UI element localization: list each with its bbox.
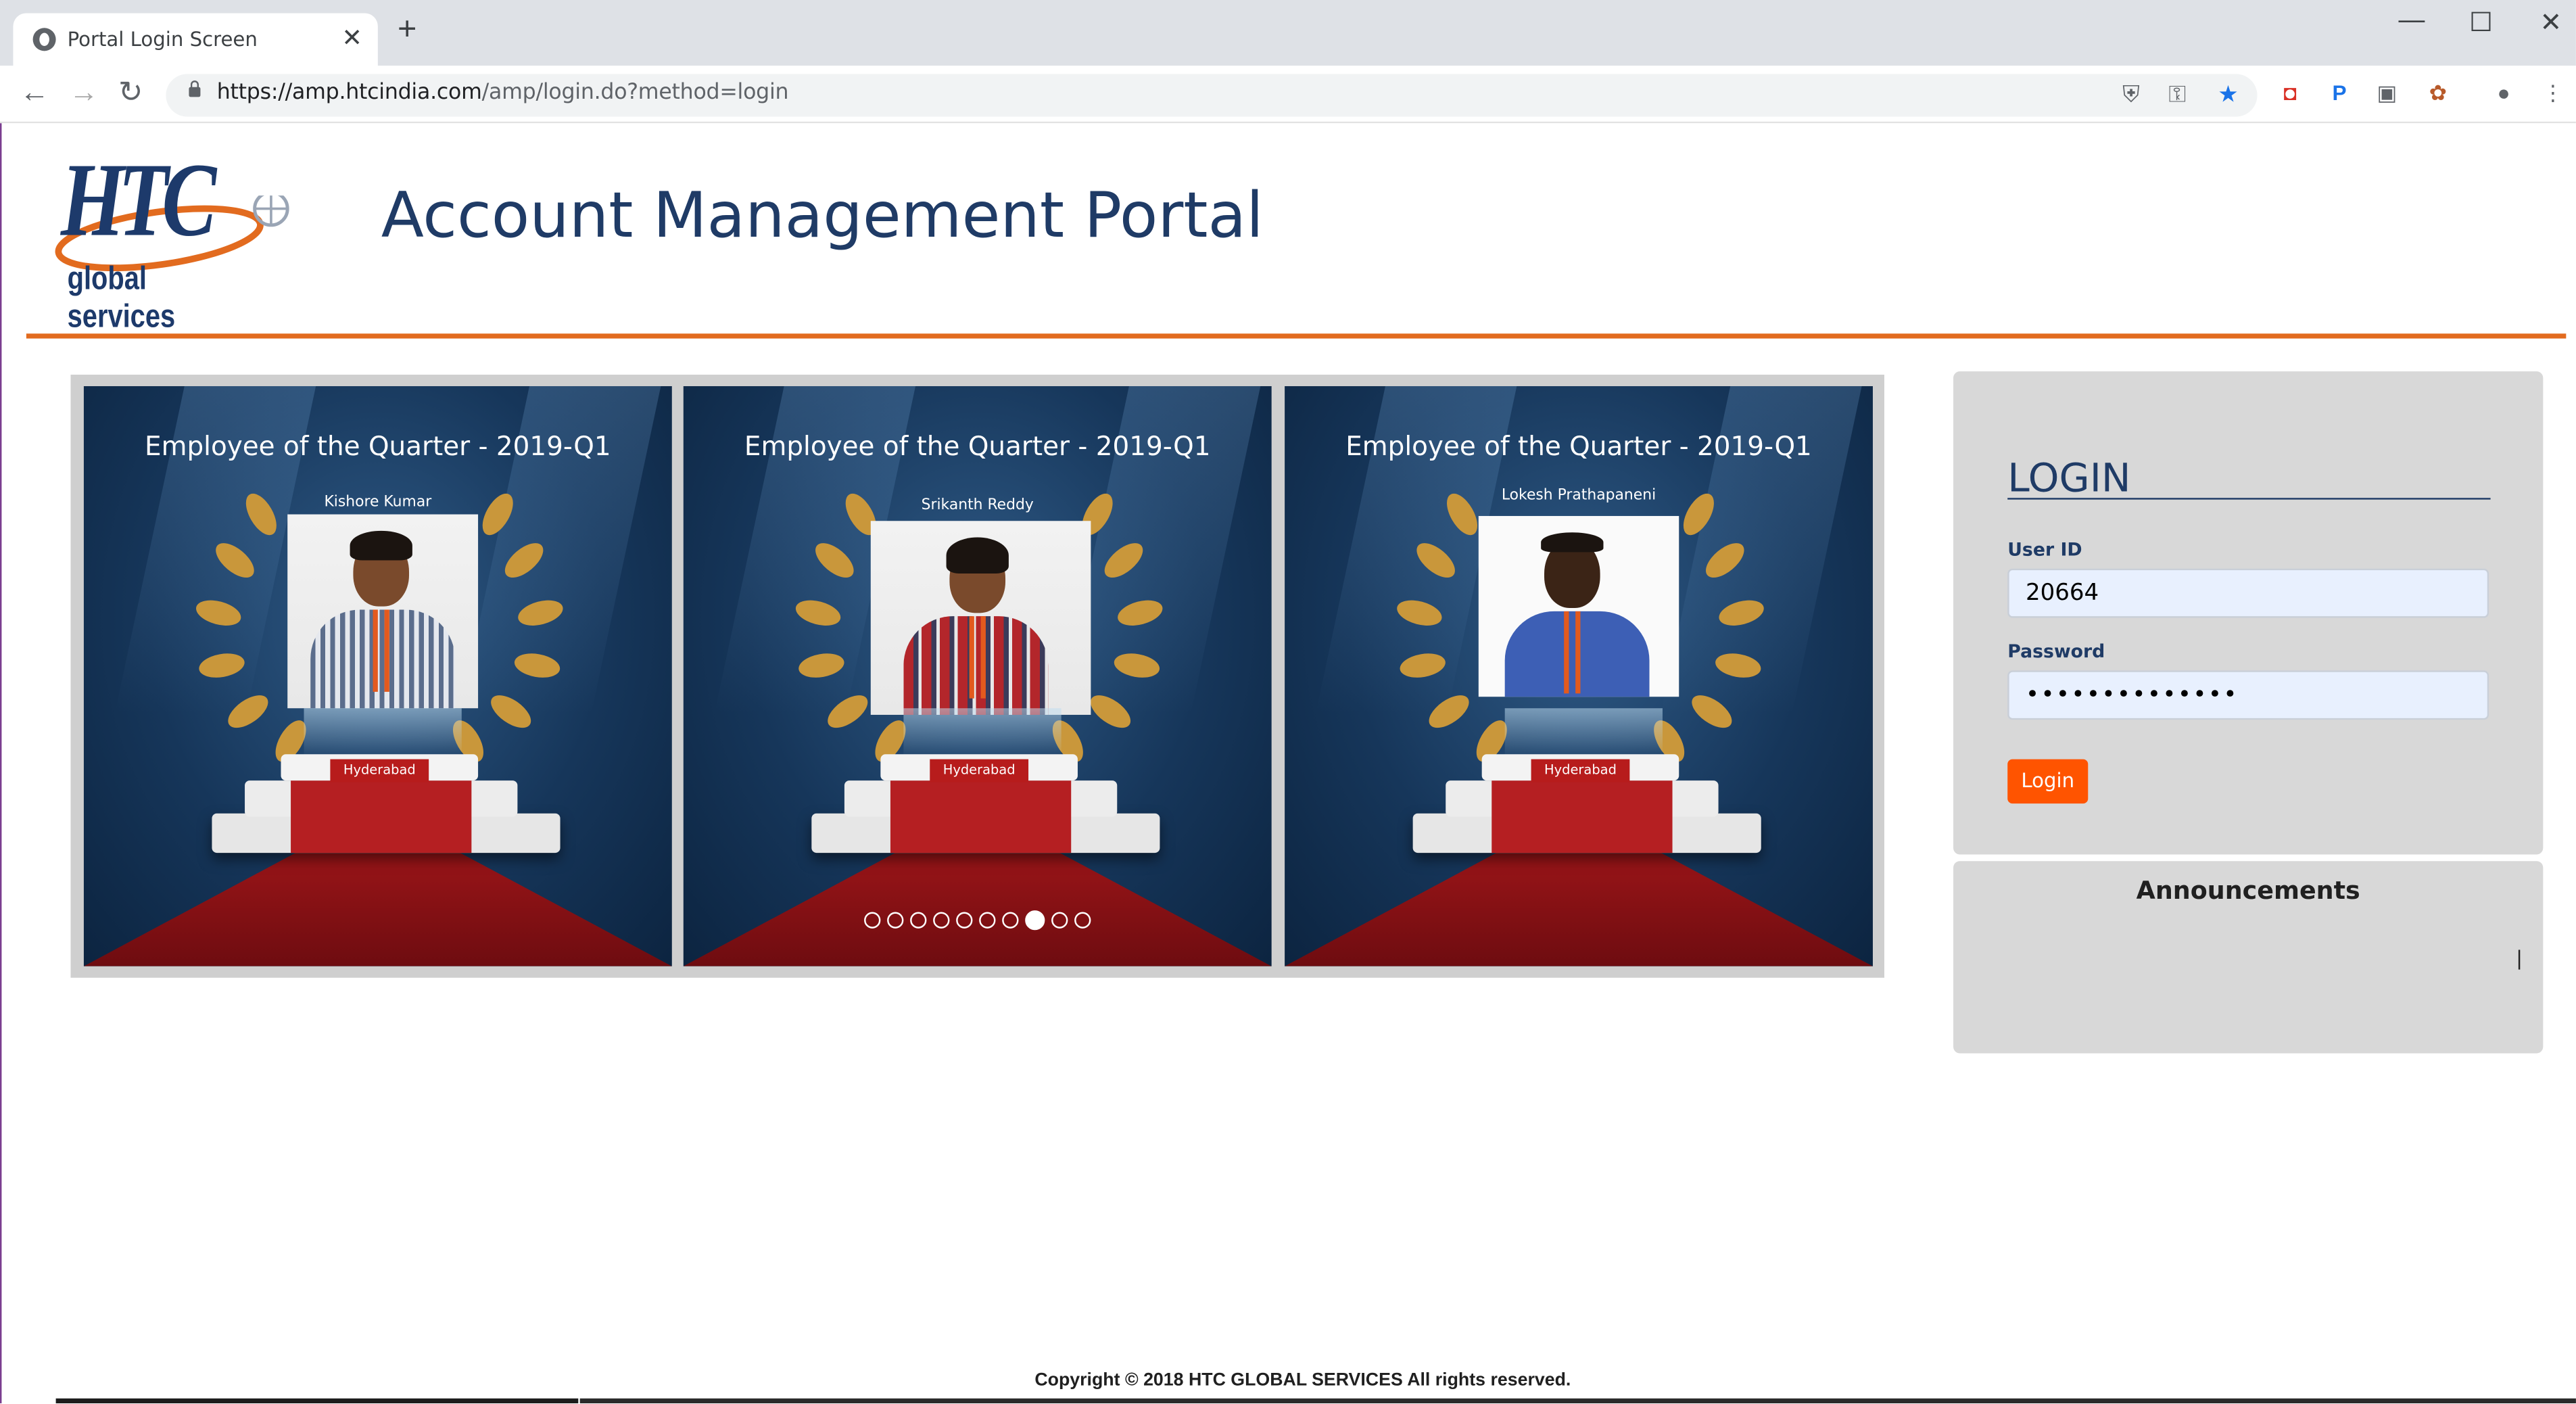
address-bar[interactable]: https://amp.htcindia.com/amp/login.do?me… [166, 74, 2258, 117]
location-plaque: Hyderabad [330, 759, 429, 782]
spotlight-glow [1504, 708, 1663, 758]
carousel-dot[interactable] [1074, 911, 1091, 929]
page-title: Account Management Portal [381, 179, 1264, 252]
location-plaque: Hyderabad [930, 759, 1029, 782]
new-tab-button[interactable]: + [398, 13, 416, 46]
profile-avatar-icon[interactable]: ● [2491, 80, 2517, 107]
bookmark-star-icon[interactable]: ★ [2218, 80, 2239, 108]
carousel-dot[interactable] [956, 911, 973, 929]
minimize-button[interactable]: — [2399, 7, 2425, 37]
logo-wordmark: HTC [60, 141, 216, 258]
close-window-button[interactable]: ✕ [2539, 7, 2562, 40]
url-path: /amp/login.do?method=login [481, 80, 789, 106]
password-label: Password [2007, 640, 2105, 663]
logo-subtext: global services [67, 261, 176, 335]
login-button[interactable]: Login [2007, 759, 2089, 804]
login-heading-underline [2007, 498, 2491, 500]
maximize-button[interactable]: ☐ [2469, 7, 2493, 40]
carousel-slide[interactable]: Employee of the Quarter - 2019-Q1 [683, 386, 1272, 966]
employee-photo [1478, 515, 1679, 697]
employee-carousel[interactable]: Employee of the Quarter - 2019-Q1 Kishor… [70, 374, 1884, 978]
employee-name: Kishore Kumar [324, 494, 432, 511]
carousel-dot[interactable] [1051, 911, 1068, 929]
url-text[interactable]: https://amp.htcindia.com/amp/login.do?me… [217, 80, 789, 105]
slide-heading: Employee of the Quarter - 2019-Q1 [1345, 430, 1812, 462]
tab-title: Portal Login Screen [67, 28, 258, 51]
carpet-steps [890, 780, 1072, 853]
slide-heading: Employee of the Quarter - 2019-Q1 [744, 430, 1211, 462]
page-content: HTC global services Account Management P… [0, 123, 2576, 1404]
close-tab-icon[interactable]: ✕ [341, 23, 362, 52]
htc-logo: HTC global services [51, 141, 297, 335]
password-input[interactable] [2007, 670, 2489, 720]
p-extension-icon[interactable]: P [2327, 80, 2353, 107]
red-carpet [83, 853, 672, 966]
footer-copyright: Copyright © 2018 HTC GLOBAL SERVICES All… [1034, 1370, 1571, 1390]
carousel-slide[interactable]: Employee of the Quarter - 2019-Q1 [83, 386, 672, 966]
menu-kebab-icon[interactable]: ⋮ [2539, 80, 2566, 107]
user-id-input[interactable] [2007, 568, 2489, 618]
browser-window: Portal Login Screen ✕ + — ☐ ✕ ← → ↻ http… [0, 0, 2576, 1404]
employee-photo [870, 521, 1091, 715]
reader-extension-icon[interactable]: ▣ [2374, 80, 2400, 107]
tab-portal-login[interactable]: Portal Login Screen ✕ [13, 13, 378, 66]
carousel-pagination[interactable] [684, 906, 1272, 935]
url-host: https://amp.htcindia.com [216, 80, 482, 106]
announcements-panel: Announcements [1953, 861, 2544, 1054]
employee-name: Lokesh Prathapaneni [1501, 488, 1656, 505]
key-icon[interactable]: ⚿ [2168, 80, 2186, 108]
user-id-label: User ID [2007, 538, 2082, 561]
login-heading: LOGIN [2007, 455, 2131, 502]
login-panel: LOGIN User ID Password Login [1953, 371, 2544, 855]
back-button[interactable]: ← [20, 76, 49, 109]
carpet-steps [291, 780, 472, 853]
tab-strip: Portal Login Screen ✕ + — ☐ ✕ [0, 0, 2576, 66]
location-plaque: Hyderabad [1531, 759, 1630, 782]
carousel-dot[interactable] [864, 911, 881, 929]
red-carpet [1285, 853, 1873, 966]
carousel-dot[interactable] [933, 911, 950, 929]
forward-button[interactable]: → [69, 76, 99, 109]
browser-toolbar: ← → ↻ https://amp.htcindia.com/amp/login… [0, 66, 2576, 124]
employee-name: Srikanth Reddy [921, 498, 1034, 515]
cookie-extension-icon[interactable]: ✿ [2425, 80, 2451, 107]
pocket-extension-icon[interactable]: ◘ [2277, 80, 2304, 107]
globe-icon [32, 28, 56, 51]
lock-icon [189, 80, 201, 97]
reload-button[interactable]: ↻ [118, 76, 143, 109]
carousel-dot[interactable] [979, 911, 996, 929]
taskbar-strip [55, 1398, 579, 1404]
announcements-heading: Announcements [2136, 876, 2360, 906]
slide-heading: Employee of the Quarter - 2019-Q1 [145, 430, 611, 462]
taskbar-strip [579, 1398, 2576, 1404]
carpet-steps [1492, 780, 1673, 853]
employee-photo [287, 514, 479, 709]
text-cursor [2518, 950, 2521, 970]
carousel-dot-active[interactable] [1025, 910, 1045, 930]
header-divider [26, 333, 2567, 339]
spotlight-glow [304, 708, 462, 758]
shield-icon[interactable]: ⛨ [2122, 80, 2140, 108]
carousel-slide[interactable]: Employee of the Quarter - 2019-Q1 [1285, 386, 1873, 966]
carousel-dot[interactable] [1002, 911, 1019, 929]
carousel-dot[interactable] [887, 911, 904, 929]
carousel-dot[interactable] [910, 911, 927, 929]
spotlight-glow [903, 708, 1062, 758]
